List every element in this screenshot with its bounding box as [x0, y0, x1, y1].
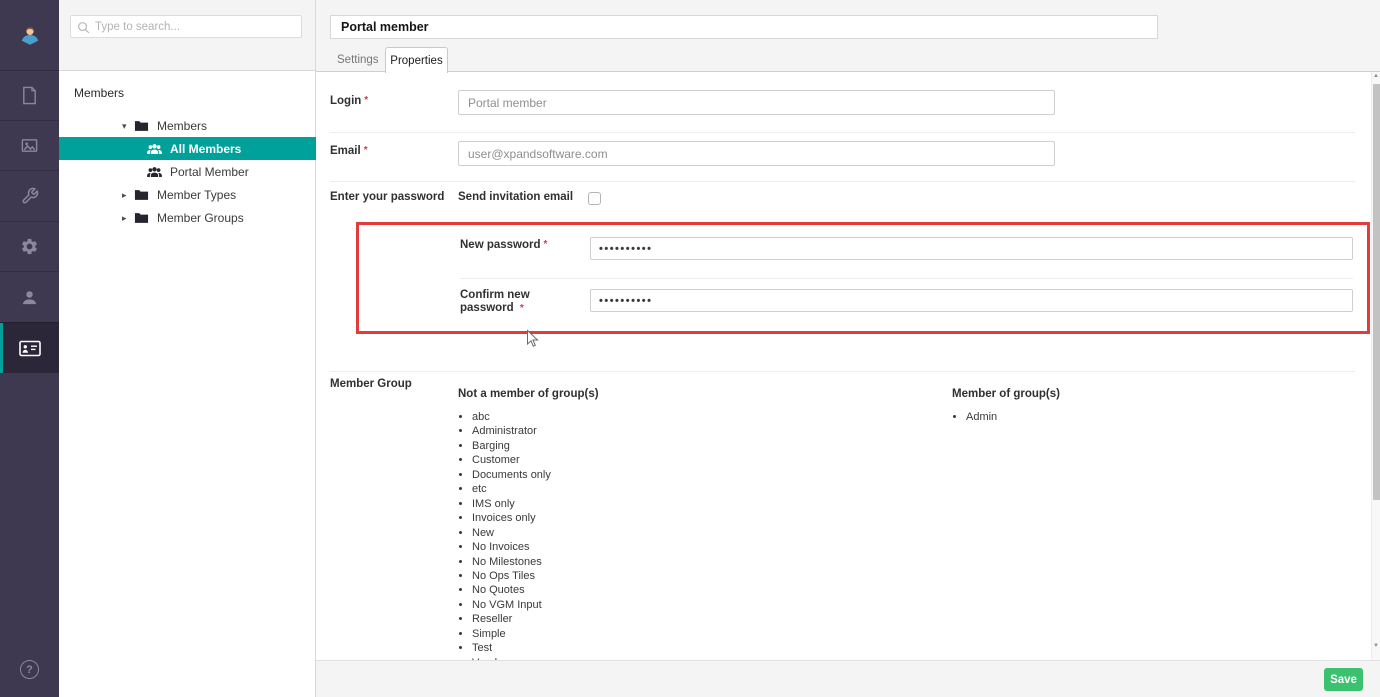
umbraco-backoffice: ? Members ▾ Members All Mem [0, 0, 1380, 697]
group-item[interactable]: IMS only [472, 497, 551, 511]
new-password-input[interactable] [590, 237, 1353, 260]
section-developer[interactable] [0, 170, 59, 221]
new-password-label: New password* [460, 239, 547, 251]
group-item[interactable]: No Milestones [472, 555, 551, 569]
folder-icon [134, 212, 149, 224]
row-divider [460, 278, 1353, 279]
group-item[interactable]: Reseller [472, 612, 551, 626]
tree-node-members[interactable]: ▾ Members [59, 115, 316, 137]
media-icon [20, 136, 39, 155]
password-section-label: Enter your password [330, 191, 444, 203]
properties-tab-content: Login* Email* Enter your password Send i… [316, 72, 1371, 660]
editor-footer: Save [316, 660, 1380, 697]
available-groups-list: abc Administrator Barging Customer Docum… [458, 410, 551, 660]
members-group-icon [147, 166, 162, 177]
mouse-cursor [526, 329, 540, 349]
section-content[interactable] [0, 70, 59, 120]
section-settings[interactable] [0, 221, 59, 271]
member-name-input[interactable] [330, 15, 1158, 39]
confirm-password-label: Confirm new password * [460, 289, 578, 315]
member-card-icon [19, 340, 41, 357]
search-input[interactable] [95, 16, 300, 37]
help-icon: ? [26, 664, 33, 676]
email-input[interactable] [458, 141, 1055, 166]
login-input[interactable] [458, 90, 1055, 115]
avatar-icon [17, 22, 43, 48]
folder-icon [134, 120, 149, 132]
document-icon [20, 86, 39, 105]
required-asterisk: * [364, 95, 368, 106]
row-divider [330, 181, 1355, 182]
email-label: Email* [330, 145, 368, 157]
group-item[interactable]: Invoices only [472, 511, 551, 525]
required-asterisk: * [364, 145, 368, 156]
tree-node-all-members[interactable]: All Members [59, 137, 316, 160]
caret-right-icon[interactable]: ▸ [122, 213, 134, 224]
section-users[interactable] [0, 271, 59, 322]
caret-down-icon[interactable]: ▾ [122, 121, 134, 132]
group-item[interactable]: No VGM Input [472, 598, 551, 612]
group-item[interactable]: etc [472, 482, 551, 496]
scrollbar-thumb[interactable] [1373, 84, 1380, 500]
not-member-header: Not a member of group(s) [458, 388, 599, 400]
member-of-header: Member of group(s) [952, 388, 1060, 400]
row-divider [330, 371, 1355, 372]
section-members[interactable] [0, 322, 59, 373]
tab-settings[interactable]: Settings [337, 48, 379, 72]
group-item[interactable]: Barging [472, 439, 551, 453]
group-item[interactable]: Test [472, 641, 551, 655]
row-divider [330, 132, 1355, 133]
tab-properties[interactable]: Properties [385, 47, 448, 73]
group-item[interactable]: No Ops Tiles [472, 569, 551, 583]
group-item[interactable]: Administrator [472, 424, 551, 438]
scroll-up-icon[interactable]: ▲ [1372, 73, 1380, 79]
tree-panel: Members ▾ Members All Members Portal Mem… [59, 0, 316, 697]
content-scrollbar[interactable]: ▲ ▼ [1371, 72, 1380, 660]
send-invitation-label: Send invitation email [458, 191, 573, 203]
group-item[interactable]: Documents only [472, 468, 551, 482]
help-button[interactable]: ? [20, 660, 39, 679]
tree-node-member-groups[interactable]: ▸ Member Groups [59, 207, 316, 229]
group-item[interactable]: Admin [966, 410, 997, 424]
scroll-down-icon[interactable]: ▼ [1372, 643, 1380, 649]
tree-node-portal-member[interactable]: Portal Member [59, 160, 316, 183]
app-rail: ? [0, 0, 59, 697]
group-item[interactable]: No Quotes [472, 583, 551, 597]
confirm-password-input[interactable] [590, 289, 1353, 312]
member-group-label: Member Group [330, 378, 412, 390]
search-box[interactable] [70, 15, 302, 38]
section-media[interactable] [0, 120, 59, 170]
required-asterisk: * [520, 303, 524, 314]
login-label: Login* [330, 95, 368, 107]
members-group-icon [147, 143, 162, 154]
required-asterisk: * [544, 239, 548, 250]
wrench-icon [21, 187, 39, 205]
user-icon [20, 288, 39, 307]
folder-icon [134, 189, 149, 201]
save-button[interactable]: Save [1324, 668, 1363, 691]
tree-search-area [59, 0, 315, 71]
gear-icon [20, 237, 39, 256]
caret-right-icon[interactable]: ▸ [122, 190, 134, 201]
user-avatar[interactable] [0, 0, 59, 70]
group-item[interactable]: New [472, 526, 551, 540]
group-item[interactable]: No Invoices [472, 540, 551, 554]
search-icon [77, 21, 90, 34]
editor-header: Settings Properties [316, 0, 1380, 72]
selected-groups-list: Admin [952, 410, 997, 424]
group-item[interactable]: Customer [472, 453, 551, 467]
group-item[interactable]: Simple [472, 627, 551, 641]
group-item[interactable]: abc [472, 410, 551, 424]
tree-node-member-types[interactable]: ▸ Member Types [59, 184, 316, 206]
tree-section-title: Members [74, 86, 124, 100]
send-invitation-checkbox[interactable] [588, 192, 601, 205]
